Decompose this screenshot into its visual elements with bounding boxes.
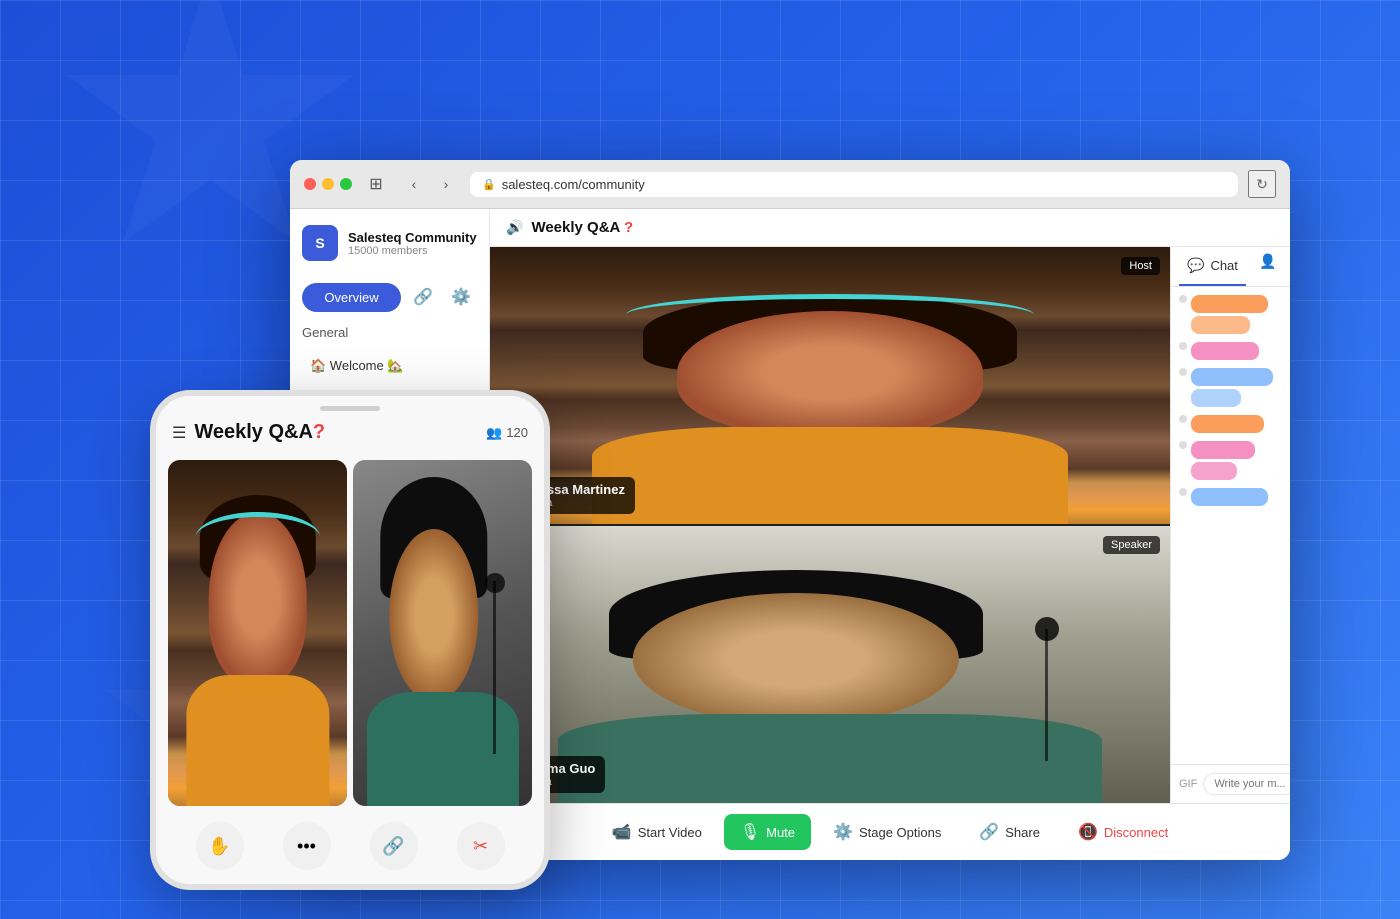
close-btn[interactable] [304, 178, 316, 190]
phone-off-icon: 📵 [1078, 822, 1098, 842]
mute-label: Mute [766, 825, 795, 840]
address-bar[interactable]: 🔒 salesteq.com/community [470, 172, 1238, 197]
phone-more-btn[interactable]: ••• [283, 822, 331, 870]
phone-title: Weekly Q&A? [194, 421, 478, 444]
stage-options-label: Stage Options [859, 825, 941, 840]
sidebar-section-general: General [302, 325, 477, 340]
chat-message-5 [1179, 441, 1282, 480]
forward-btn[interactable]: › [432, 170, 460, 198]
phone-raise-hand-btn[interactable]: ✋ [196, 822, 244, 870]
video-slot-2: Speaker 🎙 Emma Guo @emma [490, 526, 1170, 803]
chat-tabs: 💬 Chat 👤 [1171, 247, 1290, 287]
sidebar-item-welcome[interactable]: 🏠 Welcome 🏡 [302, 352, 477, 380]
settings-icon: ⚙️ [833, 822, 853, 842]
phone-mockup: ☰ Weekly Q&A? 👥 120 [150, 390, 550, 890]
maximize-btn[interactable] [340, 178, 352, 190]
bottom-toolbar: 📹 Start Video 🎙 Mute ⚙️ Stage Options 🔗 … [490, 803, 1290, 860]
chat-message-3 [1179, 368, 1282, 407]
mute-btn[interactable]: 🎙 Mute [724, 814, 811, 850]
sidebar-toggle-icon[interactable]: ⊞ [362, 170, 390, 198]
video-camera-icon: 📹 [612, 822, 632, 842]
gif-label[interactable]: GIF [1179, 778, 1197, 790]
chat-input-area: GIF [1171, 764, 1290, 803]
speaker-badge: Speaker [1103, 536, 1160, 554]
community-name: Salesteq Community [348, 230, 477, 245]
panel-icon[interactable]: 👤 [1254, 247, 1282, 275]
traffic-lights [304, 178, 352, 190]
start-video-label: Start Video [638, 825, 702, 840]
stage-options-btn[interactable]: ⚙️ Stage Options [817, 814, 957, 850]
chat-message-6 [1179, 488, 1282, 506]
phone-notch [320, 406, 380, 411]
start-video-btn[interactable]: 📹 Start Video [596, 814, 718, 850]
chat-input[interactable] [1203, 773, 1290, 795]
tab-chat[interactable]: 💬 Chat [1179, 247, 1246, 286]
minimize-btn[interactable] [322, 178, 334, 190]
mic-icon: 🎙 [740, 822, 760, 842]
sidebar-buttons: Overview 🔗 ⚙️ [302, 281, 477, 313]
back-btn[interactable]: ‹ [400, 170, 428, 198]
browser-nav: ‹ › [400, 170, 460, 198]
phone-video-1 [168, 460, 347, 806]
chat-message-4 [1179, 415, 1282, 433]
disconnect-label: Disconnect [1104, 825, 1168, 840]
video-area: Host 🎙 Alyssa Martinez @alyssa [490, 247, 1170, 803]
phone-video-area [156, 452, 544, 814]
main-content: 🔊 Weekly Q&A ? [490, 209, 1290, 860]
chat-panel: 💬 Chat 👤 [1170, 247, 1290, 803]
share-btn[interactable]: 🔗 Share [963, 814, 1056, 850]
chat-message-1 [1179, 295, 1282, 334]
share-label: Share [1005, 825, 1040, 840]
chat-icon: 💬 [1187, 257, 1204, 274]
video-slot-1: Host 🎙 Alyssa Martinez @alyssa [490, 247, 1170, 524]
settings-icon[interactable]: ⚙️ [445, 281, 477, 313]
chat-tab-label: Chat [1210, 258, 1237, 273]
refresh-btn[interactable]: ↻ [1248, 170, 1276, 198]
phone-video-2 [353, 460, 532, 806]
hamburger-icon[interactable]: ☰ [172, 423, 186, 443]
topbar: 🔊 Weekly Q&A ? [490, 209, 1290, 247]
community-logo: S [302, 225, 338, 261]
phone-share-btn[interactable]: 🔗 [370, 822, 418, 870]
stage-area: Host 🎙 Alyssa Martinez @alyssa [490, 247, 1290, 803]
share-icon[interactable]: 🔗 [407, 281, 439, 313]
phone-mute-btn[interactable]: ✂ [457, 822, 505, 870]
phone-toolbar: ✋ ••• 🔗 ✂ [156, 814, 544, 884]
topbar-title: Weekly Q&A ? [531, 219, 633, 236]
share-icon: 🔗 [979, 822, 999, 842]
chat-messages [1171, 287, 1290, 764]
community-members: 15000 members [348, 245, 477, 257]
community-header: S Salesteq Community 15000 members [302, 225, 477, 269]
disconnect-btn[interactable]: 📵 Disconnect [1062, 814, 1184, 850]
address-text: salesteq.com/community [502, 177, 645, 192]
phone-members-count: 👥 120 [486, 425, 528, 441]
lock-icon: 🔒 [482, 178, 496, 191]
overview-btn[interactable]: Overview [302, 283, 401, 312]
browser-chrome: ⊞ ‹ › 🔒 salesteq.com/community ↻ [290, 160, 1290, 209]
speaker-icon: 🔊 [506, 219, 523, 236]
chat-message-2 [1179, 342, 1282, 360]
host-badge: Host [1121, 257, 1160, 275]
